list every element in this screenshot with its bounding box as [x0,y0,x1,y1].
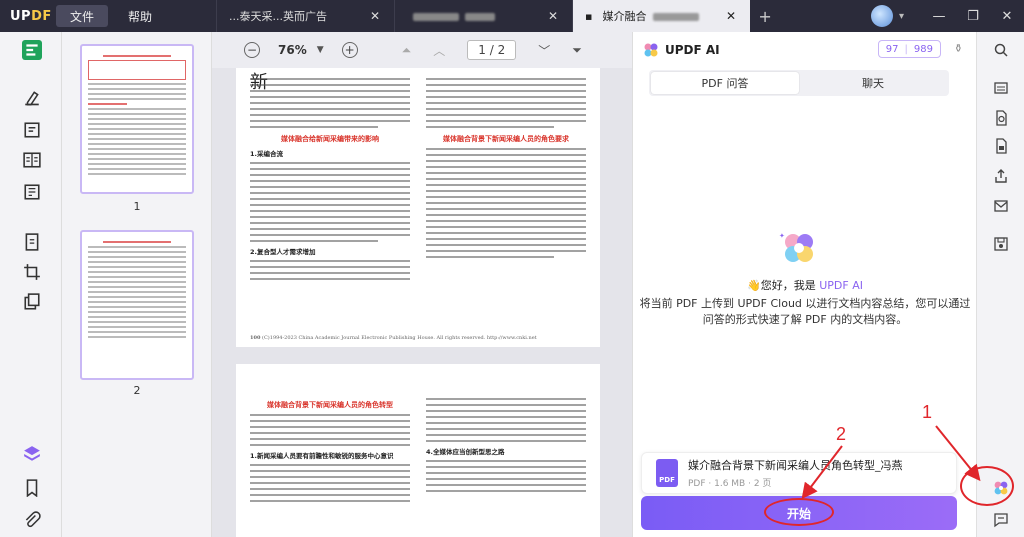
file-name: 媒介融合背景下新闻采编人员角色转型_冯燕 [688,459,903,472]
layers-icon[interactable] [22,444,42,464]
title-bar: UPDF 文件 帮助 ...泰天采...英而广告 ✕ ✕ ▪ 媒介融合 ✕ + ▾ —… [0,0,1024,32]
page-column-right: 媒体融合背景下新闻采编人员的角色要求 [426,74,586,262]
last-page-icon[interactable]: ⏷ [572,43,582,58]
share-icon[interactable] [991,166,1011,186]
tab-pdf-qa[interactable]: PDF 问答 [651,72,799,94]
page-column-left: 新 媒体融合给新闻采编带来的影响 1.采编合流 2.复合型人才需求增加 [250,74,410,284]
annotation-circle-start-button [764,498,834,526]
section-heading: 媒体融合背景下新闻采编人员的角色要求 [443,135,569,143]
chevron-down-icon[interactable]: ▼ [317,45,324,55]
page-column-left: 媒体融合背景下新闻采编人员的角色转型 1.新闻采编人员要有前瞻性和敏锐的服务中心… [250,394,410,506]
updf-logo: UPDF [10,8,52,24]
comment-icon[interactable] [991,510,1011,530]
subheading: 4.全媒体应当创新型思之路 [426,448,505,456]
zoom-in-button[interactable]: + [341,42,358,58]
ai-description: 将当前 PDF 上传到 UPDF Cloud 以进行文档内容总结，您可以通过问答… [639,297,971,326]
section-heading: 媒体融合给新闻采编带来的影响 [281,135,379,143]
left-tool-rail [0,32,62,537]
close-icon[interactable]: ✕ [724,9,738,23]
page-thumbnail-2[interactable] [80,230,194,380]
credit-counter-b: 989 [913,43,933,55]
uploaded-file-card[interactable]: PDF 媒介融合背景下新闻采编人员角色转型_冯燕 PDF · 1.6 MB · … [641,452,957,494]
convert-icon[interactable] [22,232,42,252]
tab-title: ...泰天采...英而广告 [229,10,328,23]
annotation-number-1: 1 [922,402,933,422]
new-tab-icon[interactable]: + [750,7,780,26]
protect-icon[interactable] [991,136,1011,156]
thumbnail-label: 1 [133,200,141,213]
file-meta: PDF · 1.6 MB · 2 页 [688,479,772,489]
highlighter-icon[interactable] [22,88,42,108]
convert-file-icon[interactable] [991,108,1011,128]
form-icon[interactable] [22,182,42,202]
reader-icon[interactable] [22,40,42,60]
edit-text-icon[interactable] [22,120,42,140]
pages-icon[interactable] [22,292,42,312]
ai-panel-header: UPDF AI 97 | 989 ⚱ [633,32,977,68]
tab-doc-3[interactable]: ▪ 媒介融合 ✕ [572,0,751,32]
thumbnail-label: 2 [133,384,141,397]
updf-ai-icon [644,43,658,57]
bookmark-icon[interactable] [22,478,42,498]
ai-panel-title: UPDF AI [665,43,720,57]
credit-counter-a: 97 [885,43,899,55]
search-icon[interactable] [991,40,1011,60]
email-icon[interactable] [991,196,1011,216]
tab-title [407,10,546,23]
ai-mascot-icon: ✦ [779,232,813,262]
close-icon[interactable]: ✕ [546,9,560,23]
clear-icon[interactable]: ⚱ [954,42,963,55]
doc-icon: ▪ [585,9,593,23]
page-number-field[interactable]: 1 / 2 [467,40,517,60]
tab-doc-1[interactable]: ...泰天采...英而广告 ✕ [216,0,394,32]
page-thumbnail-1[interactable] [80,44,194,194]
close-icon[interactable]: ✕ [368,9,382,23]
first-page-icon[interactable]: ⏶ [402,43,412,58]
file-menu[interactable]: 文件 [56,5,109,27]
next-page-icon[interactable]: ﹀ [538,42,550,59]
pdf-file-icon: PDF [656,459,678,487]
organize-pages-icon[interactable] [22,150,42,170]
ocr-icon[interactable] [991,78,1011,98]
help-menu[interactable]: 帮助 [114,5,166,27]
document-viewer[interactable]: 新 媒体融合给新闻采编带来的影响 1.采编合流 2.复合型人才需求增加 媒体融合… [212,68,632,537]
document-toolbar: − 76% ▼ + ⏶ ︿ 1 / 2 ﹀ ⏷ [212,32,632,68]
page-footer: 100 (C)1994-2023 China Academic Journal … [250,335,537,341]
svg-text:✦: ✦ [779,232,785,240]
zoom-out-button[interactable]: − [244,42,260,58]
thumbnail-panel: 1 2 [62,32,212,537]
ai-usage-counters[interactable]: 97 | 989 [877,40,941,58]
subheading: 2.复合型人才需求增加 [250,248,316,256]
prev-page-icon[interactable]: ︿ [433,42,445,59]
pdf-page-1: 新 媒体融合给新闻采编带来的影响 1.采编合流 2.复合型人才需求增加 媒体融合… [236,68,600,347]
tab-title: 媒介融合 [603,8,725,24]
avatar[interactable] [870,5,893,27]
zoom-level[interactable]: 76% [278,43,307,57]
chevron-down-icon[interactable]: ▾ [899,11,904,22]
restore-icon[interactable]: ❐ [956,9,990,24]
close-window-icon[interactable]: ✕ [990,9,1024,24]
minimize-icon[interactable]: — [922,9,956,24]
tab-chat[interactable]: 聊天 [799,72,947,94]
subheading: 1.新闻采编人员要有前瞻性和敏锐的服务中心意识 [250,452,394,460]
annotation-circle-ai-button [960,466,1014,506]
attachment-icon[interactable] [22,510,42,530]
ai-assistant-panel: UPDF AI 97 | 989 ⚱ PDF 问答 聊天 ✦ 👋您好，我是 UP… [632,32,976,537]
tab-doc-2[interactable]: ✕ [394,0,572,32]
pdf-page-2: 媒体融合背景下新闻采编人员的角色转型 1.新闻采编人员要有前瞻性和敏锐的服务中心… [236,364,600,537]
subheading: 1.采编合流 [250,150,283,158]
save-icon[interactable] [991,234,1011,254]
section-heading: 媒体融合背景下新闻采编人员的角色转型 [267,401,393,409]
annotation-number-2: 2 [836,424,847,444]
page-column-right: 4.全媒体应当创新型思之路 [426,394,586,496]
right-tool-rail [976,32,1024,537]
ai-mode-tabs: PDF 问答 聊天 [649,70,949,96]
ai-welcome-text: 👋您好，我是 UPDF AI [747,279,863,292]
crop-icon[interactable] [22,262,42,282]
